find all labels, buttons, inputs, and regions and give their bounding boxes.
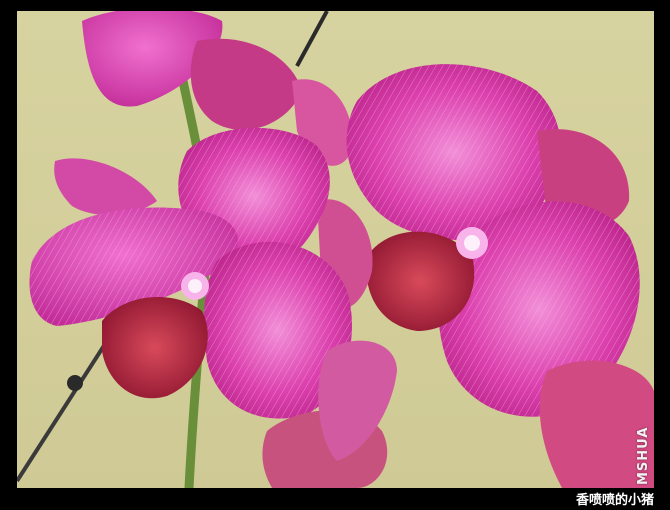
orchid-photo (17, 11, 654, 488)
vertical-watermark: MSHUA (636, 426, 651, 485)
photo-frame: MSHUA 香喷喷的小猪 (0, 0, 670, 510)
photo-caption: 香喷喷的小猪 (575, 493, 654, 508)
